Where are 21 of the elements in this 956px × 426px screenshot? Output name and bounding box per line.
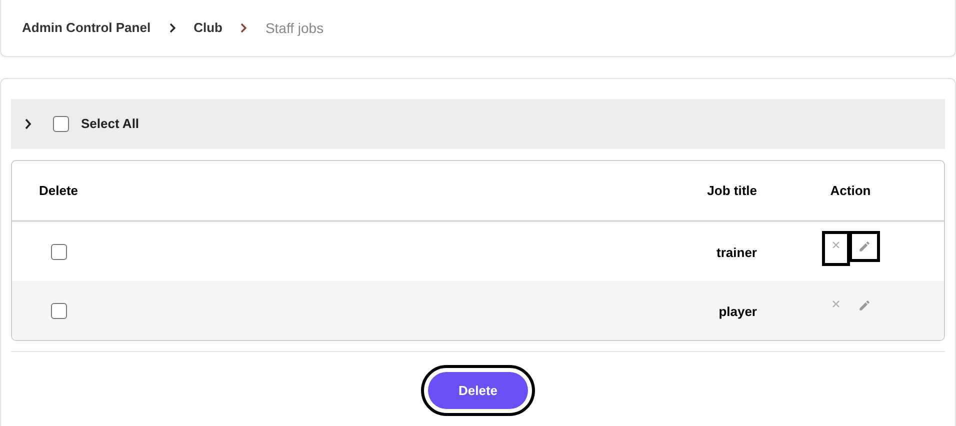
breadcrumb-link[interactable]: Staff jobs (265, 18, 324, 38)
chevron-right-icon (168, 23, 176, 33)
row-checkbox[interactable] (51, 244, 67, 260)
column-header: Delete (38, 182, 78, 200)
breadcrumb-link[interactable]: Admin Control Panel (22, 18, 151, 38)
chevron-right-icon (240, 23, 248, 33)
select-all-checkbox[interactable] (53, 116, 69, 132)
pencil-icon (858, 240, 870, 253)
column-header: Job title (707, 182, 757, 200)
chevron-right-icon (24, 118, 32, 130)
table-cell-text: trainer (716, 244, 757, 262)
delete-button[interactable]: Delete (428, 372, 528, 409)
table-cell-text: player (718, 303, 757, 322)
close-icon (832, 300, 840, 308)
breadcrumb-link[interactable]: Club (194, 18, 222, 38)
close-icon (832, 241, 840, 249)
select-all-label: Select All (81, 115, 140, 134)
row-checkbox[interactable] (51, 302, 67, 318)
pencil-icon (858, 299, 870, 312)
column-header: Action (829, 182, 872, 200)
expand-button[interactable] (23, 117, 33, 131)
